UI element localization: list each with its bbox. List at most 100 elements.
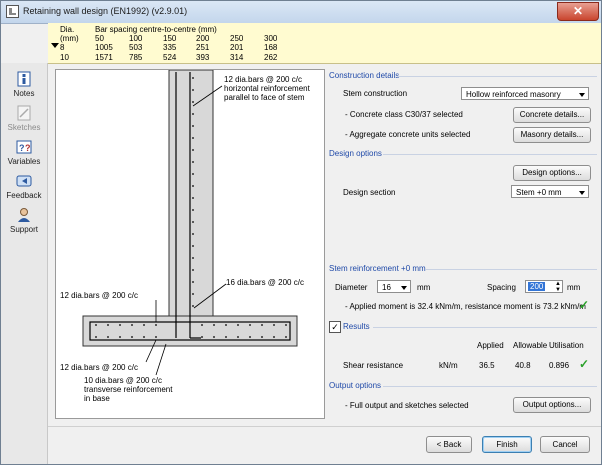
table-header-dia: Dia. [60,25,75,34]
sidebar-item-label: Variables [7,157,41,166]
options-panel: Construction details Stem construction H… [327,67,599,417]
results-row-utilisation: 0.896 [549,361,570,370]
table-cell: 1571 [95,53,113,62]
diameter-select[interactable]: 16 [377,280,411,293]
design-section-label: Design section [343,188,396,197]
label-horizontal-reinf: 12 dia.bars @ 200 c/c [224,75,302,84]
table-spacing: 150 [163,34,177,43]
concrete-status-text: - Concrete class C30/37 selected [345,110,463,119]
label-horizontal-reinf-3: parallel to face of stem [224,93,305,102]
results-col-allowable: Allowable [513,341,548,350]
table-spacing: 300 [264,34,278,43]
design-options-button[interactable]: Design options... [513,165,591,181]
sidebar-item-label: Feedback [6,191,42,200]
title-bar: Retaining wall design (EN1992) (v2.9.01)… [1,1,601,24]
spacing-label: Spacing [487,283,516,292]
sidebar-item-sketches[interactable]: Sketches [1,105,47,132]
results-col-applied: Applied [477,341,504,350]
divider [425,269,597,270]
label-transverse: 10 dia.bars @ 200 c/c [84,376,162,385]
close-button[interactable]: ✕ [557,2,599,21]
moment-text: - Applied moment is 32.4 kNm/m, resistan… [345,302,586,311]
divider [373,327,597,328]
table-header-unit: (mm) [60,34,79,43]
divider [383,386,597,387]
app-icon [6,5,19,18]
sidebar-item-feedback[interactable]: Feedback [1,173,47,200]
results-row-label: Shear resistance [343,361,404,370]
results-row-allowable: 40.8 [515,361,531,370]
sidebar: Notes Sketches ? ? Variables Feedback Su… [1,63,48,464]
label-stem-bars: 16 dia.bars @ 200 c/c [226,278,304,287]
wall-sketch-svg: 12 dia.bars @ 200 c/c horizontal reinfor… [60,69,311,403]
output-options-button[interactable]: Output options... [513,397,591,413]
table-cell: 335 [163,43,177,52]
table-cell: 251 [196,43,210,52]
output-status-text: - Full output and sketches selected [345,401,469,410]
masonry-details-button[interactable]: Masonry details... [513,127,591,143]
table-cell: 168 [264,43,278,52]
finish-button[interactable]: Finish [482,436,532,453]
dialog-footer: < Back Finish Cancel [48,426,601,464]
cancel-button[interactable]: Cancel [540,436,590,453]
section-stem-reinf-title: Stem reinforcement +0 mm [329,264,426,273]
close-icon: ✕ [572,4,584,18]
table-spacing: 100 [129,34,143,43]
variables-icon: ? ? [16,140,32,154]
concrete-details-button[interactable]: Concrete details... [513,107,591,123]
table-row-dia: 8 [60,43,65,52]
aggregate-status-text: - Aggregate concrete units selected [345,130,471,139]
chevron-down-icon [579,191,585,195]
stem-construction-select[interactable]: Hollow reinforced masonry [461,87,589,100]
spacing-input[interactable]: 200 [528,282,546,291]
table-cell: 503 [129,43,143,52]
feedback-icon [16,175,32,187]
table-cell: 524 [163,53,177,62]
divider [397,76,597,77]
results-checkbox[interactable]: ✓ [329,321,341,333]
label-horizontal-reinf-2: horizontal reinforcement [224,84,311,93]
table-cell: 201 [230,43,244,52]
table-cell: 785 [129,53,143,62]
window-title: Retaining wall design (EN1992) (v2.9.01) [23,6,188,16]
table-header-spacing: Bar spacing centre-to-centre (mm) [95,25,217,34]
table-spacing: 50 [95,34,104,43]
label-base-bottom-bars: 12 dia.bars @ 200 c/c [60,363,138,372]
sidebar-item-support[interactable]: Support [1,207,47,234]
spacing-unit: mm [567,283,581,292]
table-cell: 262 [264,53,278,62]
chevron-down-icon [579,93,585,97]
svg-text:?: ? [25,143,31,153]
divider [383,154,597,155]
section-construction-title: Construction details [329,71,400,80]
design-section-select[interactable]: Stem +0 mm [511,185,589,198]
chevron-down-icon [401,286,407,290]
results-row-unit: kN/m [439,361,458,370]
section-results-title: Results [343,322,370,331]
sidebar-item-variables[interactable]: ? ? Variables [1,139,47,166]
table-cell: 314 [230,53,244,62]
label-base-top-bars: 12 dia.bars @ 200 c/c [60,291,138,300]
sketches-icon [17,105,31,121]
expand-arrow-icon[interactable] [51,43,59,48]
table-cell: 1005 [95,43,113,52]
section-output-title: Output options [329,381,382,390]
diameter-unit: mm [417,283,431,292]
table-spacing: 200 [196,34,210,43]
spacing-stepper[interactable]: 200 ▲ ▼ [525,280,563,293]
support-icon [18,208,30,222]
ok-check-icon: ✓ [579,357,590,371]
dialog-window: Retaining wall design (EN1992) (v2.9.01)… [0,0,602,465]
stepper-arrows-icon[interactable]: ▲ ▼ [555,281,561,293]
label-transverse-2: transverse reinforcement [84,385,173,394]
label-transverse-3: in base [84,394,110,403]
back-button[interactable]: < Back [426,436,472,453]
sidebar-item-notes[interactable]: Notes [1,71,47,98]
ok-check-icon: ✓ [579,298,590,312]
notes-icon [17,71,31,87]
bar-area-table[interactable]: Dia. (mm) Bar spacing centre-to-centre (… [48,23,601,64]
stem-construction-label: Stem construction [343,89,408,98]
sidebar-item-label: Sketches [7,123,41,132]
table-cell: 393 [196,53,210,62]
diameter-label: Diameter [335,283,368,292]
